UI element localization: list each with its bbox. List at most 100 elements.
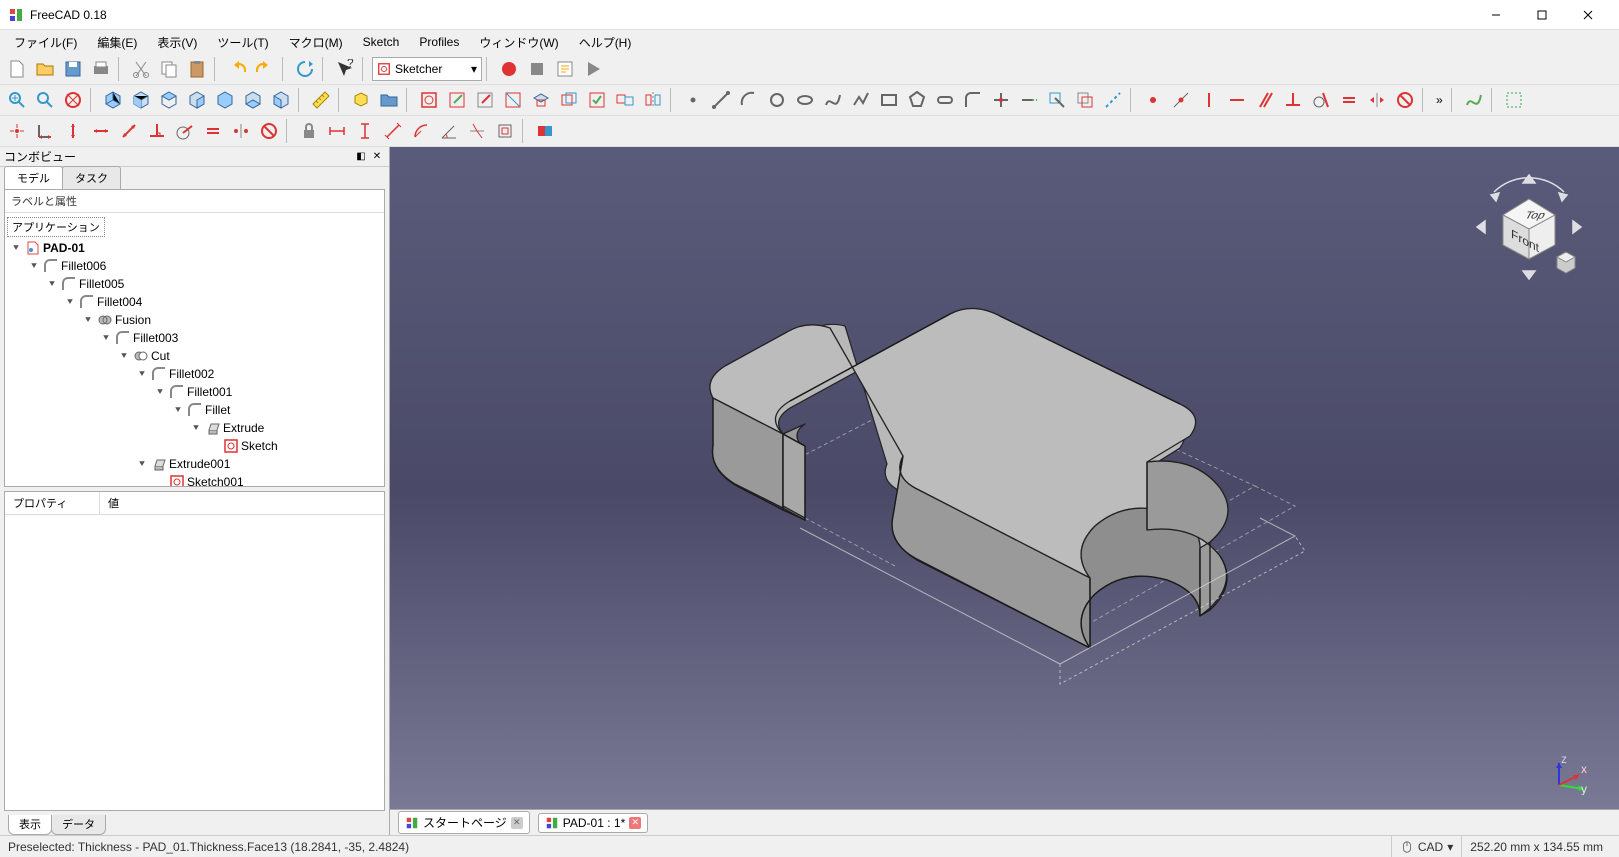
tree-item-sketch001[interactable]: Sketch001 bbox=[5, 473, 384, 487]
constraint-equal-button[interactable] bbox=[1336, 87, 1362, 113]
geom-external-button[interactable] bbox=[1044, 87, 1070, 113]
tree-item-sketch[interactable]: Sketch bbox=[5, 437, 384, 455]
menu-edit[interactable]: 編集(E) bbox=[87, 32, 147, 53]
tree-item-fillet001[interactable]: ⯆Fillet001 bbox=[5, 383, 384, 401]
tree-item-fillet003[interactable]: ⯆Fillet003 bbox=[5, 329, 384, 347]
front-view-button[interactable] bbox=[128, 87, 154, 113]
constraint-perp-dim-button[interactable] bbox=[144, 118, 170, 144]
constraint-hdist-button[interactable] bbox=[32, 118, 58, 144]
geom-extend-button[interactable] bbox=[1016, 87, 1042, 113]
tree-twisty-icon[interactable]: ⯆ bbox=[9, 243, 23, 254]
tree-twisty-icon[interactable]: ⯆ bbox=[153, 387, 167, 398]
constraint-vdistx-button[interactable] bbox=[352, 118, 378, 144]
constraint-parallel-button[interactable] bbox=[1252, 87, 1278, 113]
tree-twisty-icon[interactable]: ⯆ bbox=[45, 279, 59, 290]
constraint-tangent-button[interactable] bbox=[1308, 87, 1334, 113]
tab-data[interactable]: データ bbox=[51, 815, 106, 835]
constraint-internal-button[interactable] bbox=[492, 118, 518, 144]
sketch-reorient-button[interactable] bbox=[556, 87, 582, 113]
sketch-merge-button[interactable] bbox=[612, 87, 638, 113]
close-icon[interactable]: ✕ bbox=[629, 817, 641, 829]
geom-fillet-button[interactable] bbox=[960, 87, 986, 113]
macro-list-button[interactable] bbox=[552, 56, 578, 82]
geom-circle-button[interactable] bbox=[764, 87, 790, 113]
constraint-radius-dim-button[interactable] bbox=[172, 118, 198, 144]
geom-trim-button[interactable] bbox=[988, 87, 1014, 113]
geom-point-button[interactable] bbox=[680, 87, 706, 113]
sketch-edit-button[interactable] bbox=[444, 87, 470, 113]
sketch-leave-button[interactable] bbox=[472, 87, 498, 113]
geom-polygon-button[interactable] bbox=[904, 87, 930, 113]
dock-close-button[interactable]: ✕ bbox=[369, 149, 385, 165]
sketch-map-button[interactable] bbox=[528, 87, 554, 113]
geom-carbon-copy-button[interactable] bbox=[1072, 87, 1098, 113]
constraint-horizontal-button[interactable] bbox=[1224, 87, 1250, 113]
redo-button[interactable] bbox=[252, 56, 278, 82]
constraint-perpendicular-button[interactable] bbox=[1280, 87, 1306, 113]
doctab-pad01[interactable]: PAD-01 : 1* ✕ bbox=[538, 813, 648, 833]
geom-slot-button[interactable] bbox=[932, 87, 958, 113]
tree-item-fusion[interactable]: ⯆Fusion bbox=[5, 311, 384, 329]
tree-item-extrude001[interactable]: ⯆Extrude001 bbox=[5, 455, 384, 473]
maximize-button[interactable] bbox=[1519, 0, 1565, 30]
constraint-coincident-button[interactable] bbox=[1140, 87, 1166, 113]
tree-twisty-icon[interactable]: ⯆ bbox=[27, 261, 41, 272]
tree-twisty-icon[interactable]: ⯆ bbox=[81, 315, 95, 326]
toolbar-overflow-icon[interactable]: » bbox=[1432, 93, 1447, 107]
tab-task[interactable]: タスク bbox=[62, 166, 121, 189]
tree-item-fillet002[interactable]: ⯆Fillet002 bbox=[5, 365, 384, 383]
menu-file[interactable]: ファイル(F) bbox=[4, 32, 87, 53]
constraint-distance-button[interactable] bbox=[380, 118, 406, 144]
doctab-start[interactable]: スタートページ ✕ bbox=[398, 811, 530, 834]
measure-button[interactable] bbox=[308, 87, 334, 113]
geom-polyline-button[interactable] bbox=[848, 87, 874, 113]
constraint-sym-dim-button[interactable] bbox=[228, 118, 254, 144]
tree-twisty-icon[interactable]: ⯆ bbox=[99, 333, 113, 344]
constraint-radius-button[interactable] bbox=[408, 118, 434, 144]
tree-doc-root[interactable]: ⯆ PAD-01 bbox=[5, 239, 384, 257]
menu-view[interactable]: 表示(V) bbox=[147, 32, 207, 53]
paste-button[interactable] bbox=[184, 56, 210, 82]
right-view-button[interactable] bbox=[184, 87, 210, 113]
constraint-vertical-button[interactable] bbox=[1196, 87, 1222, 113]
close-button[interactable] bbox=[1565, 0, 1611, 30]
constraint-toggle-button[interactable] bbox=[532, 118, 558, 144]
tree-item-fillet[interactable]: ⯆Fillet bbox=[5, 401, 384, 419]
tab-model[interactable]: モデル bbox=[4, 166, 63, 189]
navigation-cube[interactable]: Top Front bbox=[1469, 167, 1589, 287]
sketch-view-button[interactable] bbox=[500, 87, 526, 113]
sketch-mirror-button[interactable] bbox=[640, 87, 666, 113]
bottom-view-button[interactable] bbox=[240, 87, 266, 113]
undo-button[interactable] bbox=[224, 56, 250, 82]
menu-window[interactable]: ウィンドウ(W) bbox=[469, 32, 568, 53]
constraint-block-dim-button[interactable] bbox=[256, 118, 282, 144]
top-view-button[interactable] bbox=[156, 87, 182, 113]
draw-style-button[interactable] bbox=[60, 87, 86, 113]
part-create-button[interactable] bbox=[348, 87, 374, 113]
tab-view[interactable]: 表示 bbox=[8, 815, 52, 835]
dock-float-button[interactable]: ◧ bbox=[353, 149, 369, 165]
geom-rectangle-button[interactable] bbox=[876, 87, 902, 113]
fit-all-button[interactable] bbox=[4, 87, 30, 113]
constraint-lock-button[interactable] bbox=[296, 118, 322, 144]
new-file-button[interactable] bbox=[4, 56, 30, 82]
menu-tools[interactable]: ツール(T) bbox=[207, 32, 278, 53]
constraint-hdim-button[interactable] bbox=[88, 118, 114, 144]
macro-play-button[interactable] bbox=[580, 56, 606, 82]
tree-twisty-icon[interactable]: ⯆ bbox=[117, 351, 131, 362]
status-nav-style[interactable]: CAD ▾ bbox=[1391, 836, 1461, 857]
constraint-snell-button[interactable] bbox=[464, 118, 490, 144]
tree-twisty-icon[interactable]: ⯆ bbox=[135, 459, 149, 470]
constraint-symmetric-button[interactable] bbox=[1364, 87, 1390, 113]
isometric-view-button[interactable] bbox=[100, 87, 126, 113]
copy-button[interactable] bbox=[156, 56, 182, 82]
geom-line-button[interactable] bbox=[708, 87, 734, 113]
3d-model[interactable] bbox=[655, 216, 1355, 716]
tree-twisty-icon[interactable]: ⯆ bbox=[63, 297, 77, 308]
constraint-angle-button[interactable] bbox=[436, 118, 462, 144]
constraint-hdistx-button[interactable] bbox=[324, 118, 350, 144]
menu-profiles[interactable]: Profiles bbox=[409, 33, 469, 51]
tree-item-fillet004[interactable]: ⯆Fillet004 bbox=[5, 293, 384, 311]
tree-item-fillet006[interactable]: ⯆Fillet006 bbox=[5, 257, 384, 275]
macro-record-button[interactable] bbox=[496, 56, 522, 82]
